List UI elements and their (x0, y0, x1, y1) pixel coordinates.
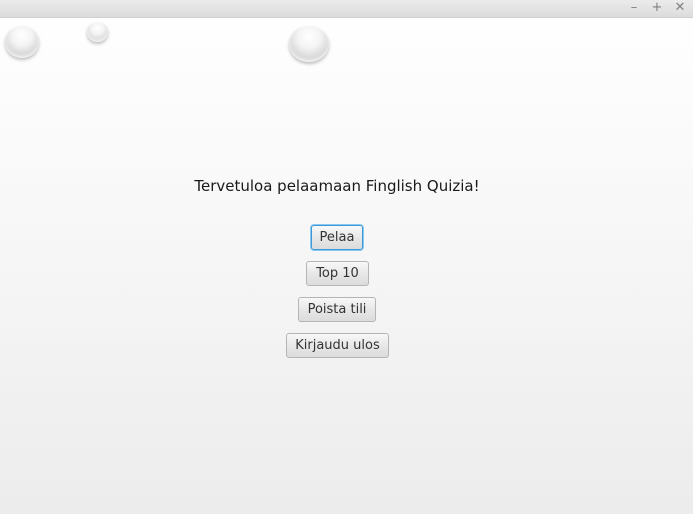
title-bar: – + ✕ (0, 0, 693, 18)
water-drop-decoration (289, 26, 329, 62)
app-window: – + ✕ Tervetuloa pelaamaan Finglish Quiz… (0, 0, 693, 514)
maximize-icon[interactable]: + (649, 0, 665, 16)
welcome-message: Tervetuloa pelaamaan Finglish Quizia! (194, 177, 480, 195)
water-drop-decoration (5, 26, 39, 58)
top-10-button[interactable]: Top 10 (306, 261, 369, 286)
delete-account-button[interactable]: Poista tili (298, 297, 376, 322)
close-icon[interactable]: ✕ (672, 0, 688, 16)
minimize-icon[interactable]: – (626, 0, 642, 16)
water-drop-decoration (87, 22, 108, 42)
play-button[interactable]: Pelaa (311, 225, 363, 250)
logout-button[interactable]: Kirjaudu ulos (286, 333, 389, 358)
